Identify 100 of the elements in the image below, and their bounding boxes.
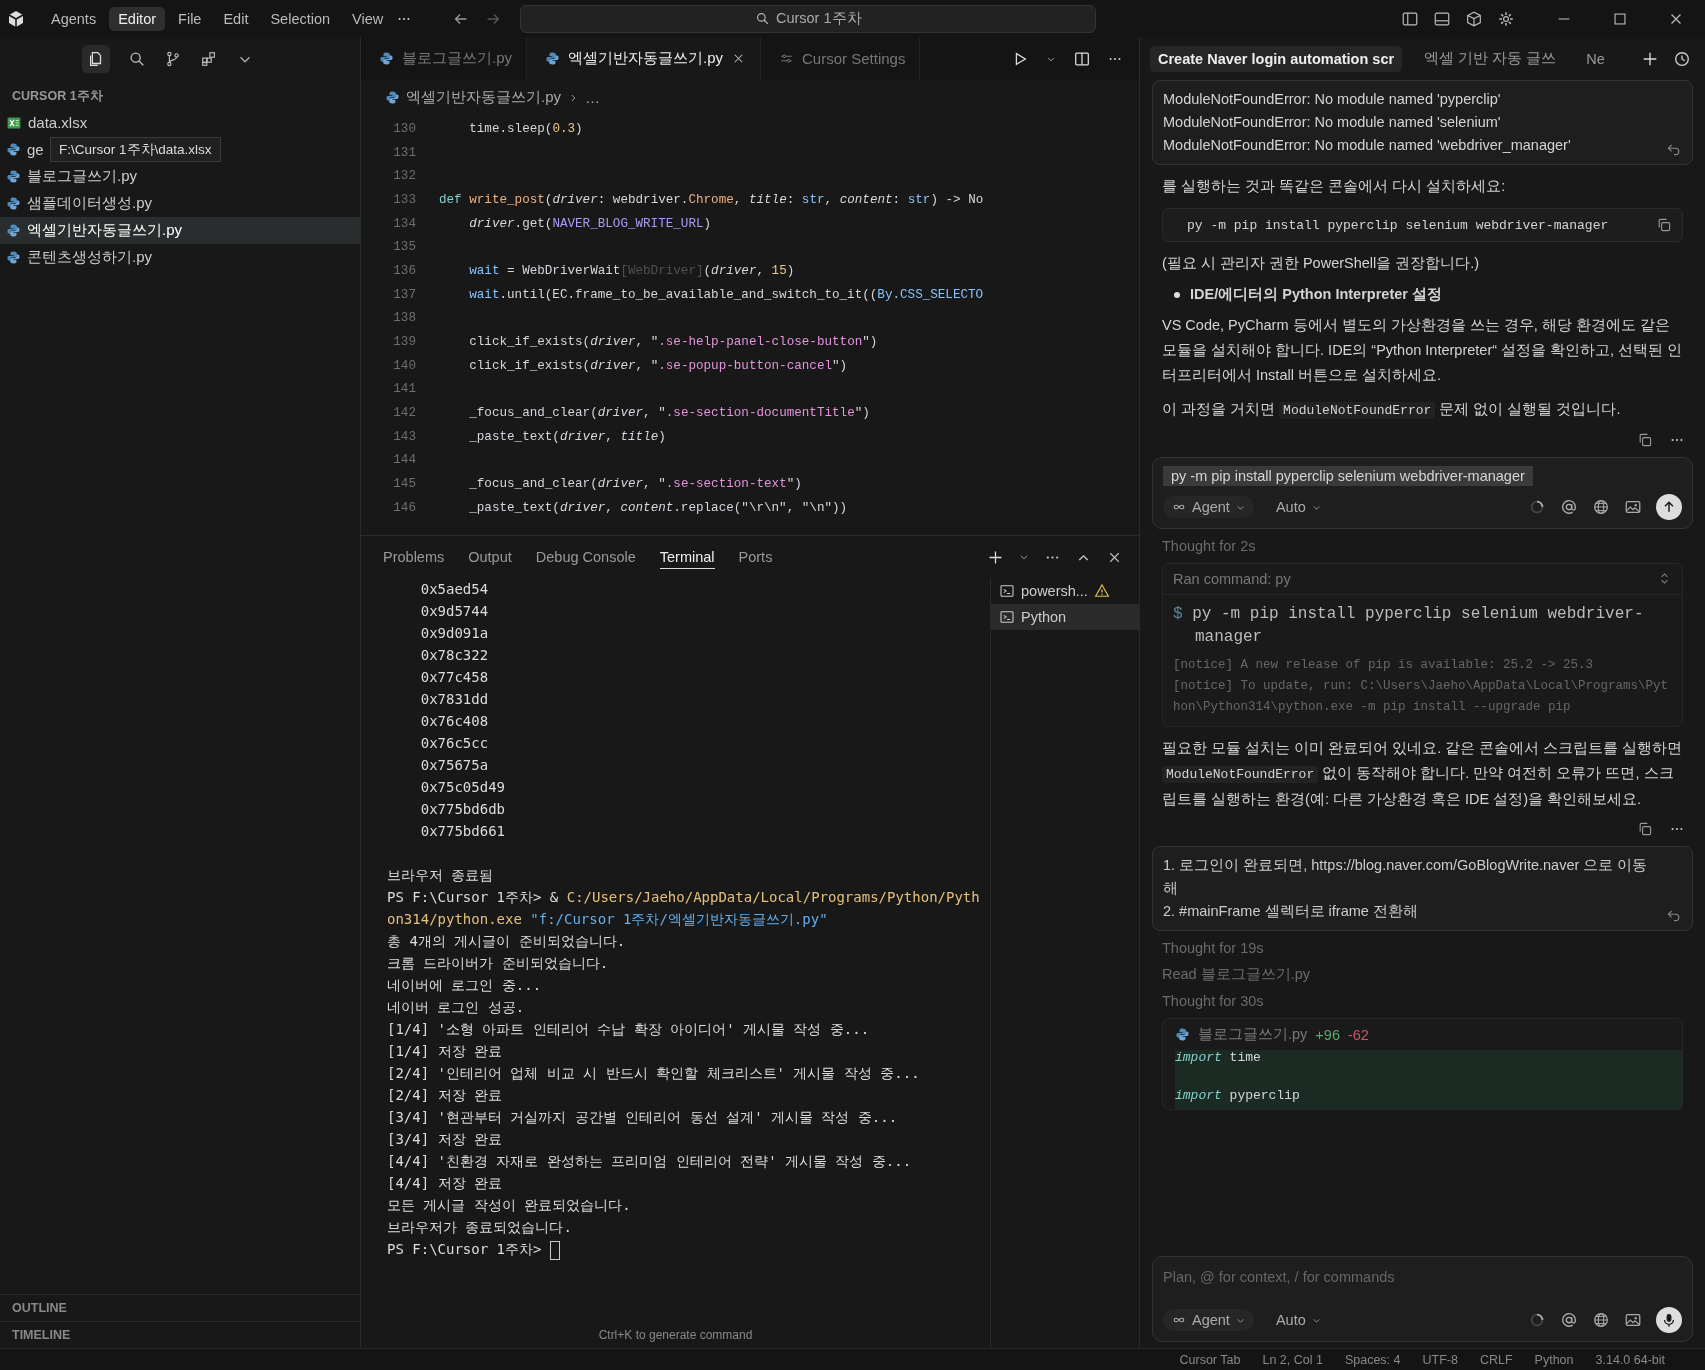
status-item[interactable]: UTF-8 <box>1422 1352 1458 1367</box>
message-text: (필요 시 관리자 권한 PowerShell을 권장합니다.) <box>1161 254 1481 273</box>
line-number: 136 <box>392 263 417 278</box>
menu-item[interactable]: Selection <box>261 6 340 31</box>
tooltip: F:\Cursor 1주차\data.xlsx <box>50 137 221 162</box>
spinner-icon[interactable] <box>1528 1311 1546 1329</box>
error-line: ModuleNotFoundError: No module named 'pyperclip' <box>1163 90 1502 109</box>
message-line: 1. 로그인이 완료되면, https://blog.naver.com/GoBlogWrite.naver 으로 이동해 <box>1163 856 1649 898</box>
mention-icon[interactable] <box>1560 1311 1578 1329</box>
message-input-text[interactable]: py -m pip install pyperclip selenium webdriver-manager <box>1163 466 1533 486</box>
user-message[interactable]: ModuleNotFoundError: No module named 'pyperclip' ModuleNotFoundError: No module named 'selenium' ModuleNotFoundError: No module named 'webdriver_manager' <box>1152 80 1693 165</box>
menu-item[interactable]: Edit <box>214 6 258 31</box>
breadcrumb-item[interactable]: 엑셀기반자동글쓰기.py <box>406 88 561 107</box>
search-icon[interactable] <box>128 49 146 68</box>
code-line: _paste_text(driver, title) <box>468 429 666 444</box>
mode-dropdown[interactable]: Agent <box>1163 496 1254 518</box>
python-icon <box>6 223 21 238</box>
user-message[interactable]: 1. 로그인이 완료되면, https://blog.naver.com/GoBlogWrite.naver 으로 이동해 2. #mainFrame 셀렉터로 iframe 전환해 <box>1152 846 1693 931</box>
settings-icon[interactable] <box>1497 9 1515 28</box>
explorer-entry[interactable]: 샘플데이터생성.py <box>6 190 152 217</box>
mention-icon[interactable] <box>1560 498 1578 516</box>
search-field[interactable]: Cursor 1주차 <box>520 4 1097 33</box>
cube-icon[interactable] <box>1465 9 1483 28</box>
globe-icon[interactable] <box>1592 1311 1610 1329</box>
history-icon[interactable] <box>1672 49 1691 68</box>
terminal-line: 총 4개의 게시글이 준비되었습니다. <box>387 932 627 951</box>
file-name[interactable]: 블로그글쓰기.py <box>1198 1025 1308 1044</box>
bullet-dot <box>1174 291 1180 298</box>
code-line: time.sleep(0.3) <box>468 121 583 136</box>
model-dropdown[interactable]: Auto <box>1267 496 1330 518</box>
chat-tab[interactable]: Ne <box>1578 45 1613 72</box>
microphone-button[interactable] <box>1656 1307 1682 1333</box>
panel-tab[interactable]: Ports <box>738 546 773 568</box>
branch-icon[interactable] <box>164 49 182 68</box>
image-icon[interactable] <box>1624 1311 1642 1329</box>
menu-item[interactable]: View <box>343 6 393 31</box>
terminal-line: [1/4] '소형 아파트 인테리어 수납 확장 아이디어' 게시물 작성 중... <box>387 1020 871 1039</box>
status-item[interactable]: Cursor Tab <box>1179 1352 1241 1367</box>
copy-icon[interactable] <box>1637 432 1653 448</box>
python-icon <box>385 90 400 105</box>
panel-tab[interactable]: Debug Console <box>535 546 636 568</box>
breadcrumb-item[interactable]: … <box>585 89 600 106</box>
spreadsheet-icon <box>6 114 22 131</box>
message-text: 필요한 모듈 설치는 이미 완료되어 있네요. 같은 콘솔에서 스크립트를 실행하면 ModuleNotFoundError 없이 동작해야 합니다. 만약 여전히 오류가 뜨면, 스크립트를 실행하는 환경(예: 다른 가상환경 혹은 IDE 설정)을 확인해보세요. <box>1161 739 1684 809</box>
chat-tab[interactable]: 엑셀 기반 자동 글쓰 <box>1416 44 1565 73</box>
command-line: $ py -m pip install pyperclip selenium webdriver-manager <box>1173 604 1645 648</box>
menu-item[interactable]: File <box>169 6 211 31</box>
mode-tab[interactable]: Agents <box>42 6 106 31</box>
message-text: 이 과정을 거치면 ModuleNotFoundError 문제 없이 실행될 것입니다. <box>1161 400 1622 421</box>
python-icon <box>6 250 21 265</box>
globe-icon[interactable] <box>1592 498 1610 516</box>
mode-tab[interactable]: Editor <box>109 6 166 31</box>
code-line: click_if_exists(driver, ".se-popup-button-cancel") <box>468 358 848 373</box>
terminal-line: [2/4] 저장 완료 <box>387 1086 503 1105</box>
status-item[interactable]: Python <box>1534 1352 1574 1367</box>
model-dropdown[interactable]: Auto <box>1267 1309 1330 1331</box>
command-title[interactable]: Ran command: py <box>1173 571 1291 587</box>
command-output-line: [notice] To update, run: C:\Users\Jaeho\AppData\Local\Programs\Python\Python314\python.exe -m pip install --upgrade pip <box>1173 678 1670 716</box>
status-item[interactable]: CRLF <box>1479 1352 1513 1367</box>
folder-title[interactable]: CURSOR 1주차 <box>0 80 360 109</box>
bullet-heading: IDE/에디터의 Python Interpreter 설정 <box>1190 285 1442 304</box>
terminal-line: [2/4] '인테리어 업체 비교 시 반드시 확인할 체크리스트' 게시물 작성 중... <box>387 1064 921 1083</box>
chat-tab[interactable]: Create Naver login automation scr <box>1150 45 1403 72</box>
terminal-line: 브라우저가 종료되었습니다. <box>387 1218 573 1237</box>
terminal-session[interactable]: Python <box>991 604 1139 630</box>
explorer-entry[interactable]: data.xlsx <box>6 109 88 136</box>
section-header[interactable]: OUTLINE <box>0 1294 360 1321</box>
mode-dropdown[interactable]: Agent <box>1163 1309 1254 1331</box>
status-item[interactable]: 3.14.0 64-bit <box>1595 1352 1665 1367</box>
spinner-icon[interactable] <box>1528 498 1546 516</box>
document-tab[interactable]: Cursor Settings <box>761 37 921 80</box>
terminal-session[interactable]: powersh... <box>991 578 1139 604</box>
status-item[interactable]: Spaces: 4 <box>1344 1352 1401 1367</box>
send-button[interactable] <box>1656 494 1682 520</box>
error-line: ModuleNotFoundError: No module named 'selenium' <box>1163 113 1502 132</box>
code-line: wait.until(EC.frame_to_be_available_and_switch_to_it((By.CSS_SELECTO <box>468 287 984 302</box>
copy-icon[interactable] <box>1656 217 1672 233</box>
image-icon[interactable] <box>1624 498 1642 516</box>
panel-tab[interactable]: Terminal <box>659 545 715 569</box>
message-text: 를 실행하는 것과 똑같은 콘솔에서 다시 설치하세요: <box>1161 177 1507 196</box>
panel-tab[interactable]: Output <box>468 546 512 568</box>
terminal-icon <box>999 583 1015 599</box>
explorer-entry[interactable]: 블로그글쓰기.py <box>6 163 137 190</box>
line-number: 144 <box>392 453 417 468</box>
status-item[interactable]: Ln 2, Col 1 <box>1262 1352 1323 1367</box>
line-number: 143 <box>392 429 417 444</box>
terminal-line: 0x9d091a <box>419 624 490 643</box>
explorer-entry[interactable]: 콘텐츠생성하기.py <box>6 244 152 271</box>
terminal-line: [3/4] '현관부터 거실까지 공간별 인테리어 동선 설계' 게시물 작성 중... <box>387 1108 899 1127</box>
terminal-line: 모든 게시글 작성이 완료되었습니다. <box>387 1196 632 1215</box>
terminal-line: 0x75c05d49 <box>419 778 506 797</box>
message-line: 2. #mainFrame 셀렉터로 iframe 전환해 <box>1163 902 1419 921</box>
message-edit-box[interactable]: py -m pip install pyperclip selenium webdriver-manager Agent Auto <box>1152 457 1693 529</box>
terminal-line: PS F:\Cursor 1주차> <box>387 1241 543 1257</box>
document-tab[interactable]: 엑셀기반자동글쓰기.py <box>527 37 762 80</box>
extensions-icon[interactable] <box>200 49 218 68</box>
explorer-entry[interactable]: ge <box>6 136 44 163</box>
copy-icon[interactable] <box>1637 821 1653 837</box>
terminal-line: 0x75675a <box>419 756 490 775</box>
panel-tab[interactable]: Problems <box>383 546 445 568</box>
